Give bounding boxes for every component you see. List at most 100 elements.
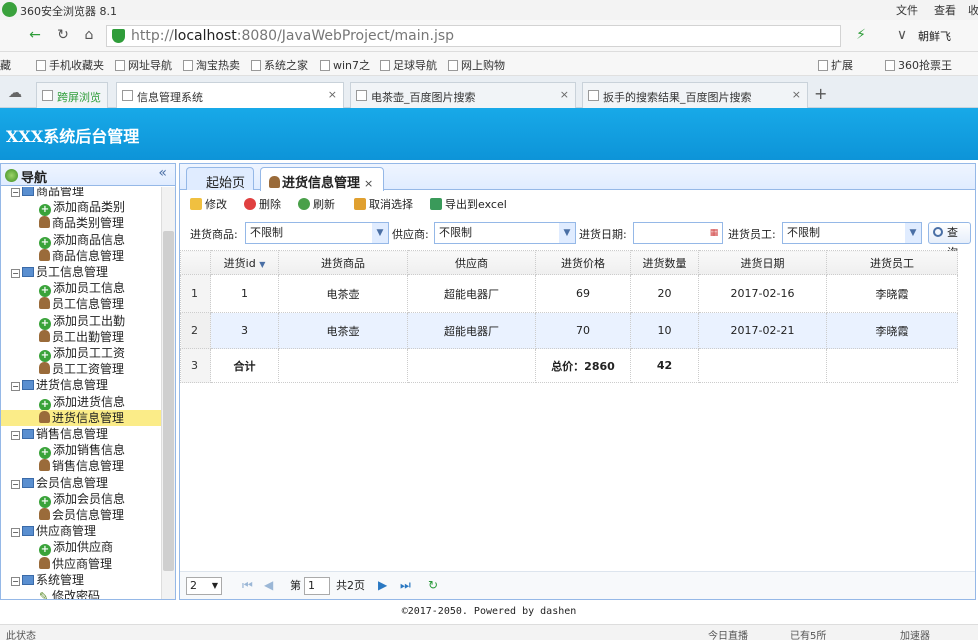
nav-item[interactable]: + 添加会员信息	[1, 491, 161, 508]
col-header-date[interactable]: 进货日期	[698, 250, 827, 275]
nav-item[interactable]: + 添加员工出勤	[1, 313, 161, 330]
col-header-price[interactable]: 进货价格	[535, 250, 631, 275]
close-icon[interactable]: ×	[560, 88, 569, 101]
menu-file[interactable]: 文件	[896, 2, 918, 18]
table-row[interactable]: 2 3 电茶壶 超能电器厂 70 10 2017-02-21 李晓霞	[180, 312, 958, 349]
nav-item[interactable]: 商品信息管理	[1, 248, 161, 264]
nav-item[interactable]: 销售信息管理	[1, 458, 161, 474]
bookmark-football[interactable]: 足球导航	[380, 57, 437, 73]
close-icon[interactable]: ×	[328, 88, 337, 101]
nav-item[interactable]: + 添加供应商	[1, 539, 161, 557]
export-excel-button[interactable]: 导出到excel	[430, 195, 507, 215]
table-row[interactable]: 1 1 电茶壶 超能电器厂 69 20 2017-02-16 李晓霞	[180, 274, 958, 313]
collapse-nav-icon[interactable]: «	[158, 165, 167, 181]
col-header-product[interactable]: 进货商品	[278, 250, 408, 275]
reload-icon[interactable]: ↻	[54, 26, 72, 44]
extensions-button[interactable]: 扩展	[818, 57, 853, 73]
first-page-icon[interactable]: ⏮	[242, 578, 253, 593]
nav-item[interactable]: 员工出勤管理	[1, 329, 161, 345]
row-number-header	[180, 250, 211, 275]
bookmark-shopping[interactable]: 网上购物	[448, 57, 505, 73]
query-button[interactable]: 查询	[928, 222, 971, 259]
unselect-button[interactable]: 取消选择	[354, 195, 413, 215]
col-header-id[interactable]: 进货id ▼	[210, 250, 279, 275]
tab-purchase-management[interactable]: 进货信息管理 ×	[260, 167, 384, 191]
nav-item[interactable]: + 添加员工信息	[1, 280, 161, 298]
bookmark-favorites[interactable]: 藏	[0, 57, 11, 73]
cloud-icon[interactable]: ☁	[8, 85, 22, 101]
scroll-thumb[interactable]	[163, 231, 174, 571]
ticket-app-button[interactable]: 360抢票王	[885, 57, 952, 73]
refresh-button[interactable]: 刷新	[298, 195, 335, 215]
page-icon	[251, 60, 261, 71]
speed-icon[interactable]: ⚡	[852, 26, 870, 44]
nav-item[interactable]: + 添加进货信息	[1, 394, 161, 411]
supplier-filter-select[interactable]: 不限制 ▼	[434, 222, 576, 244]
row-number: 3	[180, 348, 211, 383]
tree-toggle-icon[interactable]: −	[11, 479, 20, 489]
prev-page-icon[interactable]: ◀	[264, 578, 273, 592]
refresh-page-icon[interactable]: ↻	[428, 578, 438, 592]
nav-item[interactable]: − 供应商管理	[1, 523, 161, 539]
tab-info-system[interactable]: 信息管理系统 ×	[116, 82, 344, 109]
dropdown-chevron-icon[interactable]: ∨	[893, 26, 911, 44]
col-header-supplier[interactable]: 供应商	[407, 250, 536, 275]
tree-toggle-icon[interactable]: −	[11, 382, 20, 392]
nav-item[interactable]: + 添加商品类别	[1, 199, 161, 217]
close-tab-icon[interactable]: ×	[364, 177, 373, 190]
menu-view[interactable]: 查看	[934, 2, 956, 18]
bookmark-mobile[interactable]: 手机收藏夹	[36, 57, 104, 73]
edit-button[interactable]: 修改	[190, 195, 227, 215]
nav-item[interactable]: − 商品管理	[1, 187, 161, 199]
tab-home[interactable]: 起始页	[186, 167, 254, 191]
nav-item[interactable]: + 添加销售信息	[1, 442, 161, 460]
menu-favorites[interactable]: 收	[968, 2, 978, 18]
home-icon[interactable]: ⌂	[80, 26, 98, 44]
tab-kettle-search[interactable]: 电茶壶_百度图片搜索 ×	[350, 82, 576, 108]
nav-item[interactable]: 员工信息管理	[1, 296, 161, 312]
page-size-select[interactable]: 2 ▼	[186, 577, 222, 595]
url-input[interactable]: http://localhost:8080/JavaWebProject/mai…	[106, 25, 841, 47]
tab-wrench-search[interactable]: 扳手的搜索结果_百度图片搜索 ×	[582, 82, 808, 108]
tree-toggle-icon[interactable]: −	[11, 576, 20, 586]
back-arrow-icon[interactable]: ←	[26, 26, 44, 44]
tree-toggle-icon[interactable]: −	[11, 431, 20, 440]
nav-item[interactable]: 供应商管理	[1, 556, 161, 572]
delete-button[interactable]: 删除	[244, 195, 281, 215]
tree-toggle-icon[interactable]: −	[11, 269, 20, 278]
nav-item[interactable]: 商品类别管理	[1, 215, 161, 231]
page-number-input[interactable]: 1	[304, 577, 330, 595]
nav-scrollbar[interactable]	[161, 187, 175, 599]
nav-item[interactable]: ✎ 修改密码	[1, 588, 161, 599]
tree-toggle-icon[interactable]: −	[11, 528, 20, 538]
bookmark-nav[interactable]: 网址导航	[115, 57, 172, 73]
staff-filter-select[interactable]: 不限制 ▼	[782, 222, 922, 244]
bookmark-syshome[interactable]: 系统之家	[251, 57, 308, 73]
nav-item[interactable]: − 系统管理	[1, 572, 161, 588]
nav-item[interactable]: 会员信息管理	[1, 507, 161, 523]
bookmark-win7[interactable]: win7之	[320, 57, 370, 73]
new-tab-button[interactable]: +	[814, 84, 827, 103]
col-header-qty[interactable]: 进货数量	[630, 250, 699, 275]
page-icon	[320, 60, 330, 71]
last-page-icon[interactable]: ⏭	[400, 578, 411, 593]
nav-item[interactable]: + 添加员工工资	[1, 345, 161, 362]
nav-item[interactable]: − 会员信息管理	[1, 475, 161, 491]
next-page-icon[interactable]: ▶	[378, 578, 387, 592]
tab-cross-screen[interactable]: 跨屏浏览	[36, 82, 108, 108]
account-name[interactable]: 朝鲜飞	[918, 28, 951, 44]
nav-item[interactable]: − 进货信息管理	[1, 377, 161, 393]
nav-item[interactable]: − 销售信息管理	[1, 426, 161, 442]
bookmark-taobao[interactable]: 淘宝热卖	[183, 57, 240, 73]
nav-item[interactable]: − 员工信息管理	[1, 264, 161, 280]
col-header-staff[interactable]: 进货员工	[826, 250, 958, 275]
grid-icon	[818, 60, 828, 71]
calendar-icon[interactable]: ▦	[706, 223, 722, 243]
nav-item[interactable]: 进货信息管理	[1, 409, 161, 426]
product-filter-select[interactable]: 不限制 ▼	[245, 222, 389, 244]
nav-item[interactable]: 员工工资管理	[1, 361, 161, 377]
nav-item[interactable]: + 添加商品信息	[1, 232, 161, 249]
tree-toggle-icon[interactable]: −	[11, 188, 20, 197]
date-filter-input[interactable]: ▦	[633, 222, 723, 244]
close-icon[interactable]: ×	[792, 88, 801, 101]
